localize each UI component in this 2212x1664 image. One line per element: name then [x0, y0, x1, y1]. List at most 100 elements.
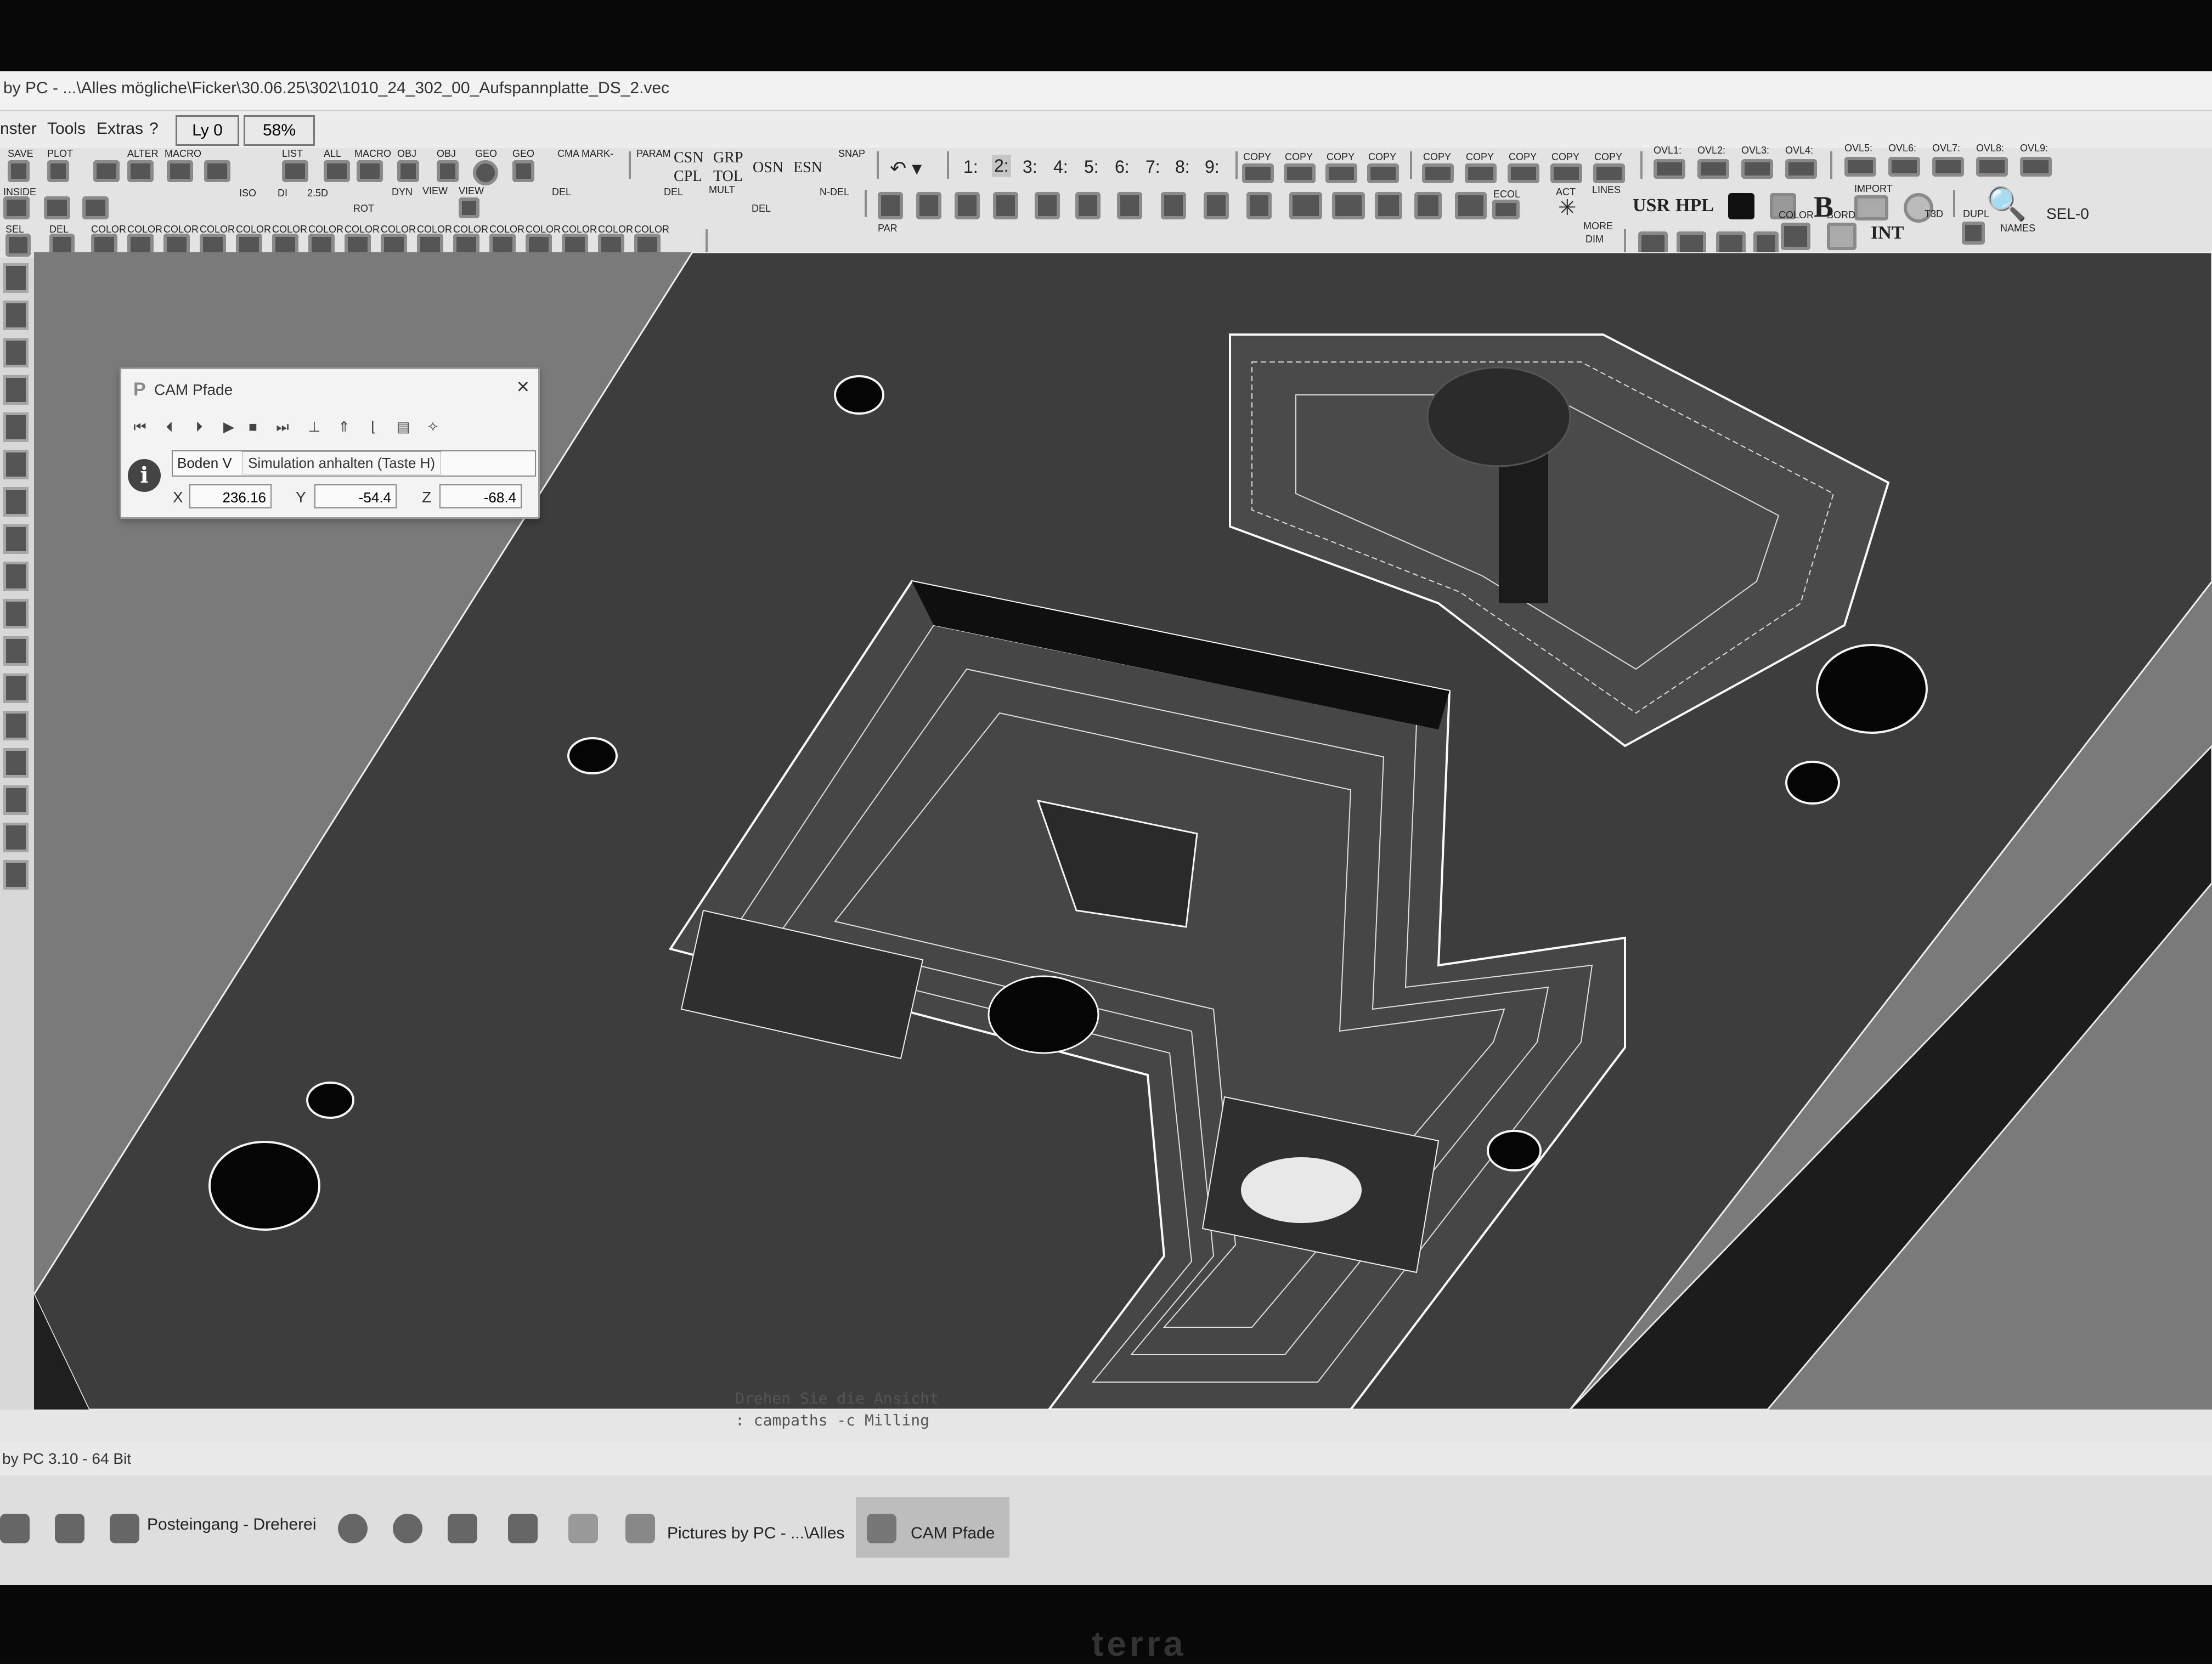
osn-label[interactable]: OSN: [753, 159, 783, 177]
play-icon[interactable]: ▶: [219, 418, 239, 435]
material-icon[interactable]: ▤: [393, 418, 413, 435]
solid-icon-4[interactable]: [993, 192, 1018, 219]
menu-extras[interactable]: Extras: [97, 120, 143, 138]
outlook-icon[interactable]: [110, 1514, 139, 1543]
undo-icon[interactable]: ↶ ▾: [890, 157, 922, 180]
view-9[interactable]: 9:: [1205, 157, 1220, 177]
folder-icon[interactable]: [508, 1514, 538, 1543]
ovl8-icon[interactable]: [1976, 157, 2008, 177]
copy-icon-1[interactable]: [1242, 163, 1274, 183]
stop-icon[interactable]: ■: [243, 418, 263, 435]
solid-icon-15[interactable]: [1455, 192, 1487, 219]
copy-icon-9[interactable]: [1593, 163, 1625, 183]
copy-icon-5[interactable]: [1422, 163, 1454, 183]
esn-label[interactable]: ESN: [793, 159, 822, 177]
layer-icon-2[interactable]: [3, 301, 29, 330]
layer-icon-6[interactable]: [3, 450, 29, 479]
int-label[interactable]: INT: [1871, 223, 1904, 244]
layer-icon-17[interactable]: [3, 860, 29, 890]
solid-icon-9[interactable]: [1204, 192, 1229, 219]
copy-icon-8[interactable]: [1550, 163, 1582, 183]
save-icon[interactable]: [8, 160, 30, 182]
x-coordinate[interactable]: 236.16: [189, 484, 272, 508]
cam-app-icon[interactable]: [867, 1514, 896, 1543]
dupl-icon[interactable]: [1962, 222, 1985, 245]
solid-icon-5[interactable]: [1035, 192, 1060, 219]
view-5[interactable]: 5:: [1084, 157, 1099, 177]
layer-icon-14[interactable]: [3, 748, 29, 778]
tol-label[interactable]: TOL: [713, 168, 743, 185]
alter-icon[interactable]: [127, 160, 154, 182]
solid-icon-8[interactable]: [1161, 192, 1186, 219]
import-icon[interactable]: [1854, 195, 1888, 220]
list-icon[interactable]: [282, 160, 308, 182]
ovl9-icon[interactable]: [2020, 157, 2052, 177]
layer-icon-4[interactable]: [3, 375, 29, 405]
layer-icon-5[interactable]: [3, 412, 29, 442]
skip-end-icon[interactable]: ⏭: [273, 418, 292, 435]
cube-icon[interactable]: [82, 196, 109, 219]
layer-icon-16[interactable]: [3, 823, 29, 852]
taskbar-outlook[interactable]: Posteingang - Dreherei: [147, 1508, 317, 1541]
ovl7-icon[interactable]: [1932, 157, 1964, 177]
ovl3-icon[interactable]: [1741, 159, 1773, 179]
copy-icon-4[interactable]: [1367, 163, 1399, 183]
view-1[interactable]: 1:: [963, 157, 978, 177]
skip-start-icon[interactable]: ⏮: [130, 418, 150, 435]
box-icon[interactable]: [44, 196, 70, 219]
layer-icon-12[interactable]: [3, 673, 29, 703]
obj-icon[interactable]: [397, 160, 419, 182]
sel-icon[interactable]: [5, 234, 31, 257]
layer-icon-8[interactable]: [3, 524, 29, 554]
layer-icon-7[interactable]: [3, 487, 29, 517]
ovl6-icon[interactable]: [1888, 157, 1920, 177]
solid-icon-6[interactable]: [1075, 192, 1101, 219]
view-8[interactable]: 8:: [1175, 157, 1190, 177]
step-back-icon[interactable]: ⏴: [160, 418, 179, 435]
black-fill-icon[interactable]: [1728, 193, 1754, 219]
edge-icon[interactable]: [338, 1514, 368, 1543]
view-6[interactable]: 6:: [1115, 157, 1130, 177]
z-coordinate[interactable]: -68.4: [439, 484, 522, 508]
layer-icon-10[interactable]: [3, 599, 29, 629]
zoom-icon[interactable]: 🔍: [1986, 184, 2027, 223]
grp-label[interactable]: GRP: [713, 149, 743, 167]
y-coordinate[interactable]: -54.4: [314, 484, 397, 508]
calculator-icon[interactable]: [55, 1514, 84, 1543]
macro2-icon[interactable]: [357, 160, 383, 182]
view-2[interactable]: 2:: [992, 155, 1011, 177]
start-icon[interactable]: [0, 1514, 30, 1543]
bord-icon[interactable]: [1827, 223, 1857, 250]
layer-icon-11[interactable]: [3, 636, 29, 666]
taskbar-cam-paths[interactable]: CAM Pfade: [911, 1517, 995, 1550]
info-geo-icon[interactable]: [473, 160, 498, 185]
tool-axis-icon[interactable]: ⊥: [304, 418, 324, 435]
taskbar-pictures[interactable]: Pictures by PC - ...\Alles: [667, 1517, 844, 1550]
copy-icon-6[interactable]: [1465, 163, 1497, 183]
magic-icon[interactable]: ✧: [423, 418, 443, 435]
solid-icon-11[interactable]: [1289, 192, 1322, 219]
view-3[interactable]: 3:: [1023, 157, 1037, 177]
step-forward-icon[interactable]: ⏵: [189, 418, 209, 435]
view2-icon[interactable]: [459, 197, 479, 218]
tool-profile-icon[interactable]: ⌊: [364, 418, 383, 435]
inside-icon[interactable]: [3, 196, 30, 219]
ecol-icon[interactable]: [1492, 200, 1520, 219]
color-icon-17[interactable]: [1781, 223, 1810, 250]
layer-icon-1[interactable]: [3, 263, 29, 293]
layer-icon-15[interactable]: [3, 785, 29, 815]
solid-icon-1[interactable]: [878, 192, 903, 219]
macro-icon[interactable]: [167, 160, 193, 182]
hpl-label[interactable]: HPL: [1675, 195, 1714, 216]
solid-icon-3[interactable]: [955, 192, 980, 219]
layer-icon-9[interactable]: [3, 562, 29, 591]
obj2-icon[interactable]: [437, 160, 459, 182]
layer-icon-3[interactable]: [3, 338, 29, 367]
excel-icon[interactable]: [393, 1514, 422, 1543]
pictures-app-icon[interactable]: [625, 1514, 655, 1543]
zoom-level[interactable]: 58%: [244, 115, 315, 146]
cpl-label[interactable]: CPL: [674, 168, 702, 185]
solid-icon-2[interactable]: [916, 192, 941, 219]
asterisk-icon[interactable]: ✳: [1558, 195, 1577, 220]
solid-icon-7[interactable]: [1117, 192, 1142, 219]
